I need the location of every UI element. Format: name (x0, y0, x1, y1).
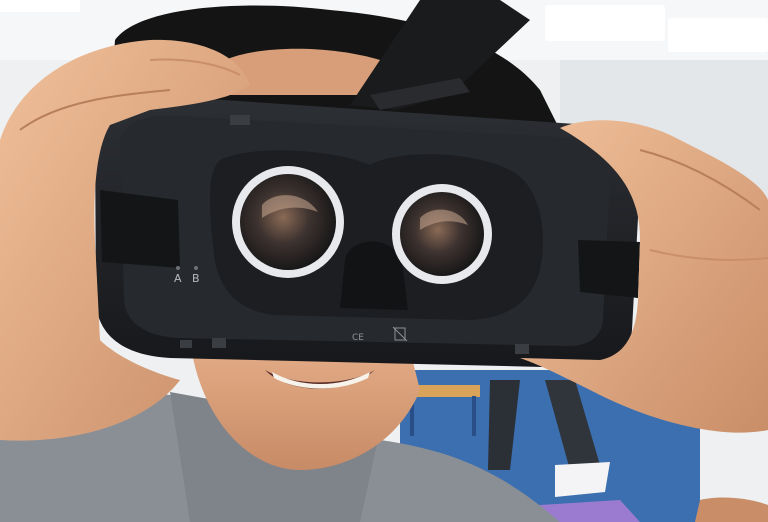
left-lens (240, 174, 336, 270)
forehead (225, 48, 380, 95)
ceiling-light-left (0, 0, 80, 12)
right-latch (578, 240, 640, 298)
left-latch (100, 190, 180, 268)
clip (515, 344, 529, 354)
switch-dot-a (176, 266, 180, 270)
ce-mark: CE (352, 333, 364, 343)
ceiling-light-center (545, 5, 665, 41)
photo-illustration: A B CE (0, 0, 768, 522)
clip (212, 338, 226, 348)
chair-leg (472, 396, 476, 436)
ceiling-light-right (668, 18, 768, 52)
switch-label-a: A (174, 272, 182, 285)
vr-headset: A B CE (95, 95, 641, 368)
switch-label-b: B (192, 272, 200, 285)
clip (180, 340, 192, 348)
sneaker (555, 462, 610, 497)
photo-scene: A B CE (0, 0, 768, 522)
clip (230, 115, 250, 125)
right-lens (400, 192, 484, 276)
switch-dot-b (194, 266, 198, 270)
